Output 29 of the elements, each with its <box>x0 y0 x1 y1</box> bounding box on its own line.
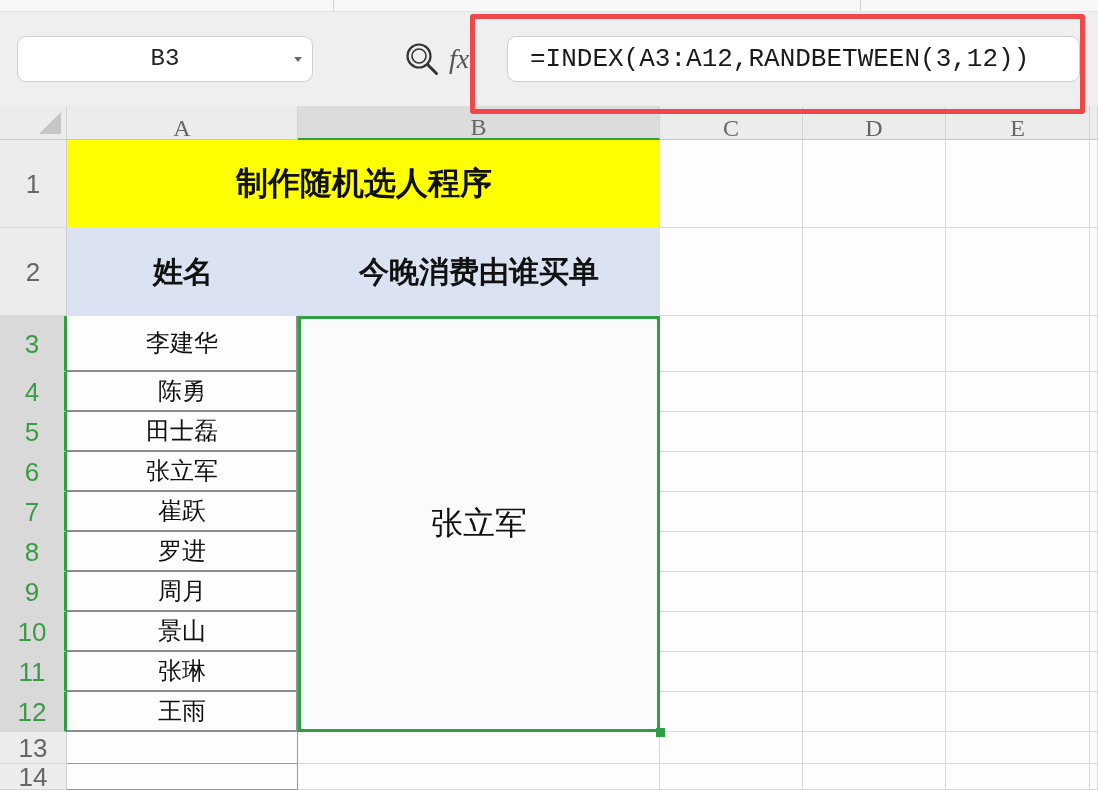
formula-field[interactable]: =INDEX(A3:A12,RANDBETWEEN(3,12)) <box>507 36 1080 82</box>
column-header[interactable]: A <box>67 106 298 140</box>
magnifier-icon[interactable] <box>405 42 439 76</box>
name-cell[interactable]: 周月 <box>67 572 298 612</box>
name-cell[interactable]: 张琳 <box>67 652 298 692</box>
name-cell[interactable]: 陈勇 <box>67 372 298 412</box>
fill-handle-icon[interactable] <box>656 728 665 737</box>
title-cell[interactable]: 制作随机选人程序 <box>67 140 660 228</box>
function-button[interactable]: fx <box>449 44 470 74</box>
name-cell[interactable]: 田士磊 <box>67 412 298 452</box>
name-cell[interactable]: 王雨 <box>67 692 298 732</box>
triangle-icon[interactable] <box>39 112 61 134</box>
name-cell[interactable]: 崔跃 <box>67 492 298 532</box>
name-cell[interactable]: 罗进 <box>67 532 298 572</box>
row-header[interactable]: 14 <box>0 764 67 790</box>
select-all-corner[interactable] <box>0 106 67 140</box>
column-header[interactable] <box>1090 106 1098 140</box>
name-cell[interactable]: 张立军 <box>67 452 298 492</box>
header-cell[interactable]: 姓名 <box>67 228 298 316</box>
header-cell[interactable]: 今晚消费由谁买单 <box>298 228 660 316</box>
caret-icon[interactable] <box>294 56 302 62</box>
row-header[interactable]: 13 <box>0 732 67 764</box>
row-header[interactable]: 1 <box>0 140 67 228</box>
column-header[interactable]: B <box>298 106 660 140</box>
name-cell[interactable]: 景山 <box>67 612 298 652</box>
result-cell[interactable]: 张立军 <box>298 316 660 732</box>
name-box[interactable]: B3 <box>17 36 313 82</box>
name-cell[interactable]: 李建华 <box>67 316 298 372</box>
row-header[interactable]: 2 <box>0 228 67 316</box>
